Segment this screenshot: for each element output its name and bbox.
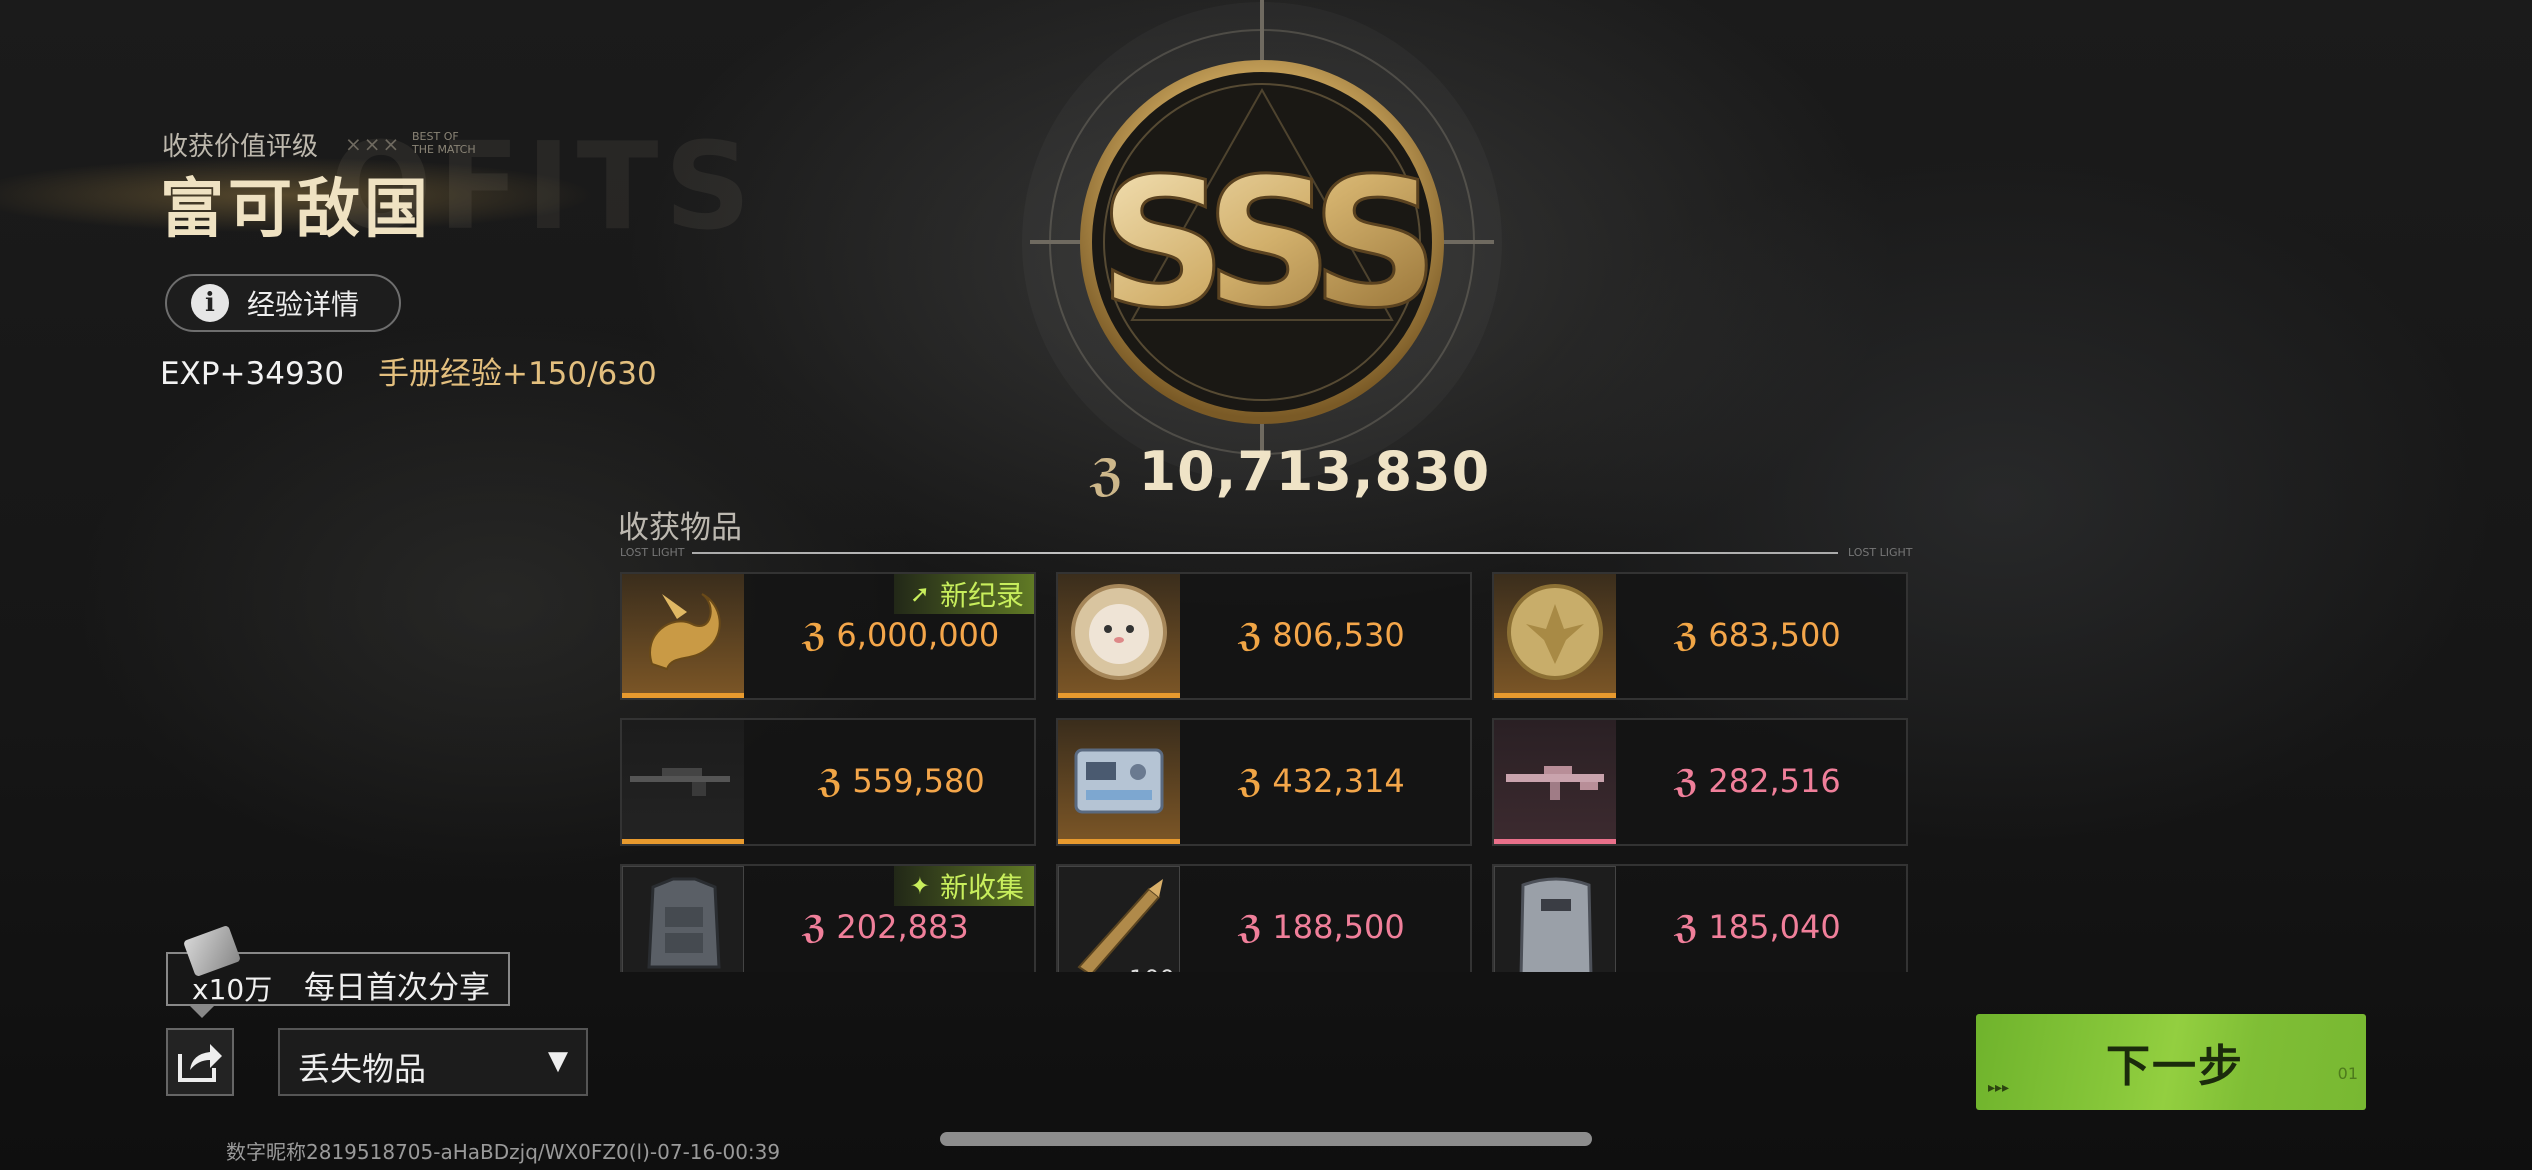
new-collection-badge: ✦ 新收集 — [893, 866, 1034, 906]
loot-section-title: 收获物品 — [618, 510, 742, 546]
coin-icon: ℨ — [1674, 908, 1699, 946]
player-id: 数字昵称2819518705-aHaBDzjq/WX0FZ0(l)-07-16-… — [226, 1140, 781, 1164]
share-icon — [178, 1044, 222, 1082]
coin-icon: ℨ — [1674, 616, 1699, 654]
loot-grid: ℨ 6,000,000 ➚ 新纪录 ℨ 806,530 ℨ 683,500 ℨ 559,5… — [620, 572, 1910, 972]
coin-icon: ℨ — [802, 908, 827, 946]
loot-item-card[interactable]: ℨ 806,530 — [1056, 572, 1472, 700]
triangle-down-icon: ▼ — [548, 1046, 568, 1076]
loot-item-card[interactable]: ℨ 282,516 — [1492, 718, 1908, 846]
new-record-badge: ➚ 新纪录 — [893, 574, 1034, 614]
next-step-number: 01 — [2337, 1064, 2358, 1083]
hamster-coin-image — [1058, 574, 1180, 698]
best-of-match-tag: BEST OF THE MATCH — [412, 130, 476, 156]
coin-icon: ℨ — [818, 762, 843, 800]
section-divider — [692, 552, 1838, 554]
loot-item-card[interactable]: 100 ℨ188,500 — [1056, 864, 1472, 972]
armor-plate-image — [1494, 866, 1616, 972]
arrows-icon: ▸▸▸ — [1988, 1080, 2010, 1096]
share-reward-multiplier: x10万 — [192, 973, 273, 1006]
coin-icon: ℨ — [1090, 450, 1125, 501]
loot-item-card[interactable]: ℨ 683,500 — [1492, 572, 1908, 700]
coin-icon: ℨ — [1238, 908, 1263, 946]
sparkle-icon: ✦ — [909, 872, 930, 900]
coin-icon: ℨ — [1238, 616, 1263, 654]
rifle-ammo-image: 100 — [1058, 866, 1180, 972]
sniper-rifle-image — [622, 720, 744, 844]
loot-item-card[interactable]: ℨ 559,580 — [620, 718, 1036, 846]
power-station-image — [1058, 720, 1180, 844]
gold-medal-image — [1494, 574, 1616, 698]
loot-item-card[interactable]: ℨ 185,040 — [1492, 864, 1908, 972]
grade-text: SSS — [1099, 140, 1427, 347]
rating-title: 富可敌国 — [160, 173, 432, 247]
total-value-number: 10,713,830 — [1138, 440, 1491, 503]
dragon-figurine-image — [622, 574, 744, 698]
coin-icon: ℨ — [802, 616, 827, 654]
item-value: ℨ 806,530 — [1238, 616, 1405, 654]
item-value: ℨ 6,000,000 — [802, 616, 1000, 654]
trend-up-icon: ➚ — [909, 580, 930, 608]
item-value: ℨ 432,314 — [1238, 762, 1405, 800]
share-reward-text: 每日首次分享 — [304, 970, 490, 1006]
lost-light-right: LOST LIGHT — [1848, 546, 1913, 559]
loot-item-card[interactable]: ℨ 432,314 — [1056, 718, 1472, 846]
exp-details-label: 经验详情 — [247, 288, 360, 321]
next-step-button[interactable]: 下一步 ▸▸▸ 01 — [1976, 1014, 2366, 1110]
exp-details-button[interactable]: i 经验详情 — [165, 274, 401, 332]
loot-item-card[interactable]: ℨ 6,000,000 ➚ 新纪录 — [620, 572, 1036, 700]
assault-rifle-image — [1494, 720, 1616, 844]
item-quantity: 100 — [1129, 965, 1175, 972]
body-armor-image — [622, 866, 744, 972]
exp-value: EXP+34930 — [160, 356, 345, 392]
best-marker-icon: ⨯⨯⨯ — [345, 132, 402, 156]
total-value: ℨ 10,713,830 — [1090, 440, 1490, 503]
exp-summary: EXP+34930 手册经验+150/630 — [160, 348, 657, 393]
item-value: ℨ 202,883 — [802, 908, 969, 946]
manual-exp: 手册经验+150/630 — [377, 356, 657, 392]
coin-icon: ℨ — [1674, 762, 1699, 800]
item-value: ℨ 683,500 — [1674, 616, 1841, 654]
item-value: ℨ 188,500 — [1238, 908, 1405, 946]
lost-light-left: LOST LIGHT — [620, 546, 685, 559]
item-value: ℨ 282,516 — [1674, 762, 1841, 800]
grade-emblem: SSS — [1030, 0, 1494, 470]
item-value: ℨ 559,580 — [818, 762, 985, 800]
item-filter-dropdown[interactable]: 丢失物品 ▼ — [278, 1028, 588, 1096]
share-button[interactable] — [166, 1028, 234, 1096]
loot-item-card[interactable]: ℨ 202,883 ✦ 新收集 — [620, 864, 1036, 972]
next-step-label: 下一步 — [2106, 1041, 2244, 1092]
daily-share-tooltip: x10万 每日首次分享 — [166, 924, 510, 1018]
coin-icon: ℨ — [1238, 762, 1263, 800]
dropdown-selected: 丢失物品 — [298, 1050, 427, 1088]
item-value: ℨ 185,040 — [1674, 908, 1841, 946]
home-indicator[interactable] — [940, 1132, 1592, 1146]
info-icon: i — [191, 284, 229, 322]
